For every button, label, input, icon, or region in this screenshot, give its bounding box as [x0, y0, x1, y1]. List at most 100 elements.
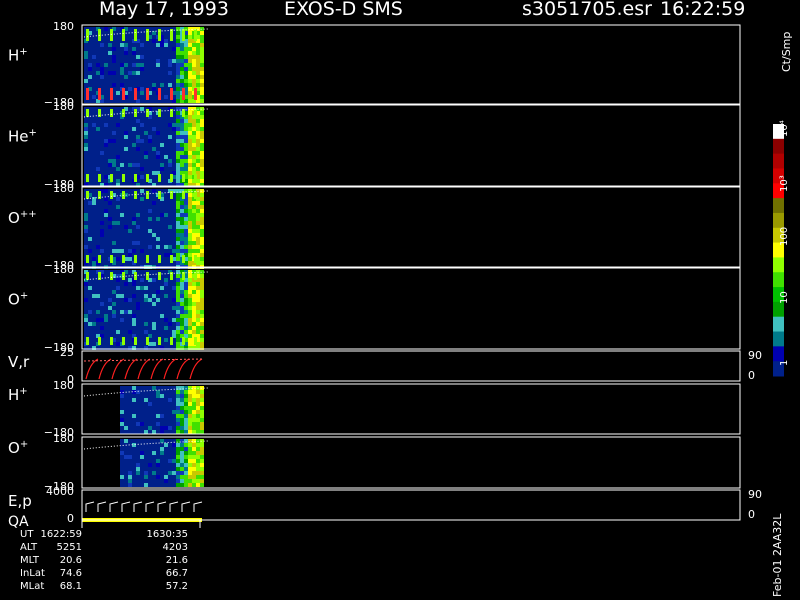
heatmap-cell — [100, 479, 104, 483]
heatmap-cell — [112, 310, 116, 314]
heatmap-cell — [92, 306, 96, 310]
heatmap-cell — [136, 302, 140, 306]
heatmap-cell — [192, 394, 196, 398]
heatmap-cell — [128, 334, 132, 338]
heatmap-cell — [128, 139, 132, 143]
heatmap-cell — [168, 205, 172, 209]
heatmap-cell — [164, 443, 168, 447]
heatmap-cell — [100, 418, 104, 422]
heatmap-cell — [84, 298, 88, 302]
heatmap-cell — [140, 463, 144, 467]
heatmap-cell — [88, 135, 92, 139]
heatmap-cell — [92, 83, 96, 87]
heatmap-cell — [88, 306, 92, 310]
heatmap-cell — [116, 87, 120, 91]
heatmap-cell — [104, 119, 108, 123]
heatmap-cell — [176, 257, 180, 261]
spin-stripe-bottom — [146, 88, 149, 100]
heatmap-cell — [140, 426, 144, 430]
heatmap-cell — [108, 294, 112, 298]
heatmap-cell — [192, 59, 196, 63]
heatmap-cell — [152, 75, 156, 79]
heatmap-cell — [168, 209, 172, 213]
heatmap-cell — [84, 471, 88, 475]
heatmap-cell — [184, 79, 188, 83]
heatmap-cell — [164, 147, 168, 151]
heatmap-cell — [132, 314, 136, 318]
spin-stripe-top — [158, 191, 161, 199]
heatmap-cell — [120, 237, 124, 241]
heatmap-cell — [132, 286, 136, 290]
heatmap-cell — [160, 127, 164, 131]
heatmap-cell — [88, 298, 92, 302]
heatmap-cell — [156, 249, 160, 253]
heatmap-cell — [176, 87, 180, 91]
heatmap-cell — [140, 99, 144, 103]
heatmap-cell — [100, 467, 104, 471]
heatmap-cell — [196, 298, 200, 302]
heatmap-cell — [88, 439, 92, 443]
heatmap-cell — [172, 390, 176, 394]
heatmap-cell — [168, 67, 172, 71]
heatmap-cell — [196, 217, 200, 221]
heatmap-cell — [116, 171, 120, 175]
heatmap-cell — [88, 151, 92, 155]
heatmap-cell — [188, 426, 192, 430]
heatmap-cell — [148, 135, 152, 139]
heatmap-cell — [144, 451, 148, 455]
panel-7-label: O+ — [8, 439, 28, 457]
heatmap-cell — [156, 294, 160, 298]
heatmap-cell — [140, 443, 144, 447]
panel-3-ytop-label: 180 — [53, 182, 74, 195]
heatmap-cell — [144, 147, 148, 151]
heatmap-cell — [172, 294, 176, 298]
heatmap-cell — [200, 175, 204, 179]
heatmap-cell — [176, 27, 180, 31]
heatmap-cell — [88, 430, 92, 434]
heatmap-cell — [164, 193, 168, 197]
heatmap-cell — [96, 159, 100, 163]
heatmap-cell — [164, 39, 168, 43]
heatmap-cell — [172, 322, 176, 326]
heatmap-cell — [132, 213, 136, 217]
heatmap-cell — [132, 306, 136, 310]
heatmap-cell — [176, 253, 180, 257]
heatmap-cell — [168, 75, 172, 79]
heatmap-cell — [120, 483, 124, 487]
heatmap-cell — [144, 151, 148, 155]
heatmap-cell — [172, 79, 176, 83]
heatmap-cell — [184, 463, 188, 467]
heatmap-cell — [96, 63, 100, 67]
heatmap-cell — [188, 430, 192, 434]
heatmap-cell — [156, 139, 160, 143]
heatmap-cell — [160, 483, 164, 487]
heatmap-cell — [172, 483, 176, 487]
heatmap-cell — [96, 47, 100, 51]
heatmap-cell — [164, 201, 168, 205]
heatmap-cell — [192, 71, 196, 75]
heatmap-cell — [92, 398, 96, 402]
heatmap-cell — [200, 79, 204, 83]
heatmap-cell — [120, 430, 124, 434]
heatmap-cell — [120, 47, 124, 51]
heatmap-cell — [116, 322, 120, 326]
heatmap-cell — [180, 443, 184, 447]
heatmap-cell — [164, 175, 168, 179]
heatmap-cell — [140, 139, 144, 143]
heatmap-cell — [152, 91, 156, 95]
heatmap-cell — [120, 306, 124, 310]
heatmap-cell — [84, 483, 88, 487]
heatmap-cell — [140, 475, 144, 479]
heatmap-cell — [160, 233, 164, 237]
heatmap-cell — [120, 402, 124, 406]
heatmap-cell — [152, 189, 156, 193]
heatmap-cell — [168, 159, 172, 163]
heatmap-cell — [176, 342, 180, 346]
heatmap-cell — [156, 286, 160, 290]
heatmap-cell — [152, 459, 156, 463]
heatmap-cell — [124, 459, 128, 463]
heatmap-cell — [184, 47, 188, 51]
heatmap-cell — [104, 225, 108, 229]
heatmap-cell — [124, 479, 128, 483]
heatmap-cell — [184, 322, 188, 326]
